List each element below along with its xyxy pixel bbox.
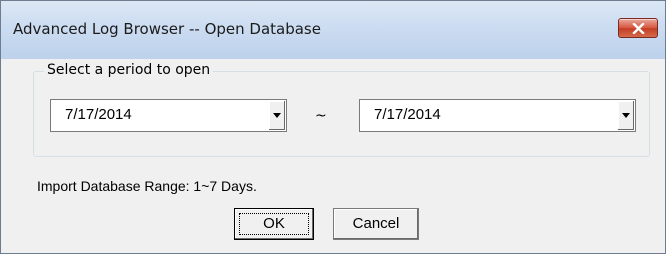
chevron-down-icon	[273, 113, 281, 118]
start-date-combobox[interactable]: 7/17/2014	[50, 99, 287, 132]
period-groupbox: Select a period to open 7/17/2014 ~ 7/17…	[33, 62, 650, 157]
cancel-button[interactable]: Cancel	[333, 208, 419, 240]
chevron-down-icon	[622, 113, 630, 118]
period-group-legend: Select a period to open	[44, 62, 214, 78]
close-button[interactable]	[618, 18, 658, 38]
date-range-separator: ~	[315, 108, 327, 124]
dialog-window: Advanced Log Browser -- Open Database Se…	[0, 0, 666, 254]
start-date-dropdown-button[interactable]	[268, 101, 285, 130]
window-title: Advanced Log Browser -- Open Database	[13, 20, 321, 38]
end-date-combobox[interactable]: 7/17/2014	[359, 99, 636, 132]
import-range-label: Import Database Range: 1~7 Days.	[37, 178, 257, 194]
end-date-dropdown-button[interactable]	[617, 101, 634, 130]
ok-button-label: OK	[263, 215, 285, 232]
close-x-icon	[632, 23, 645, 34]
cancel-button-label: Cancel	[352, 215, 400, 232]
end-date-value: 7/17/2014	[374, 106, 441, 123]
start-date-value: 7/17/2014	[65, 106, 132, 123]
ok-button[interactable]: OK	[234, 208, 314, 240]
title-bar[interactable]: Advanced Log Browser -- Open Database	[1, 1, 665, 59]
dialog-content: Select a period to open 7/17/2014 ~ 7/17…	[9, 59, 657, 247]
